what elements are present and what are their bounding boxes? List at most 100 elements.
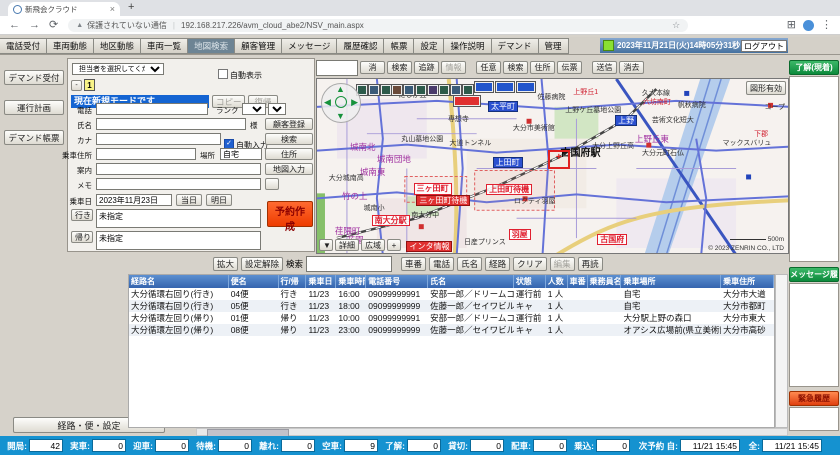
column-header-乗車時間[interactable]: 乗車時間 bbox=[336, 275, 366, 288]
create-reservation-button[interactable]: 予約作成 bbox=[267, 201, 313, 227]
vehicle-marker[interactable] bbox=[428, 85, 438, 95]
rank-sub-select[interactable] bbox=[268, 103, 286, 115]
nav-tab-車両一覧[interactable]: 車両一覧 bbox=[140, 38, 188, 54]
column-header-電話番号[interactable]: 電話番号 bbox=[366, 275, 428, 288]
column-header-乗車場所[interactable]: 乗車場所 bbox=[621, 275, 721, 288]
pan-left-icon[interactable]: ◀ bbox=[324, 98, 331, 107]
counter-minus-button[interactable]: - bbox=[71, 80, 82, 91]
boarding-address-input[interactable] bbox=[96, 148, 196, 160]
table-toolbar-button-クリア[interactable]: クリア bbox=[513, 257, 547, 271]
nav-tab-地図検索[interactable]: 地図検索 bbox=[187, 38, 235, 54]
table-row[interactable]: 大分循環左回り(帰り)08便帰り11/2323:0009099999999佐藤一… bbox=[129, 324, 774, 336]
vehicle-marker[interactable] bbox=[496, 82, 514, 92]
vehicle-marker[interactable] bbox=[381, 85, 391, 95]
map-toolbar-button-消去[interactable]: 消去 bbox=[619, 61, 644, 74]
vehicle-marker[interactable] bbox=[454, 96, 480, 106]
nav-tab-帳票[interactable]: 帳票 bbox=[383, 38, 414, 54]
phone-input[interactable] bbox=[96, 103, 208, 115]
memo-extra-button[interactable] bbox=[265, 178, 279, 190]
profile-avatar[interactable] bbox=[803, 20, 814, 31]
tomorrow-button[interactable]: 明日 bbox=[206, 194, 232, 206]
map-toolbar-button-任意[interactable]: 任意 bbox=[476, 61, 501, 74]
memo-input[interactable] bbox=[96, 178, 261, 190]
forward-icon[interactable]: → bbox=[29, 20, 40, 31]
search-customer-button[interactable]: 検索 bbox=[265, 133, 313, 145]
outbound-button[interactable]: 行き bbox=[71, 209, 93, 221]
column-header-便名[interactable]: 便名 bbox=[229, 275, 279, 288]
map-toolbar-button-検索[interactable]: 検索 bbox=[503, 61, 528, 74]
vehicle-marker[interactable] bbox=[392, 85, 402, 95]
extensions-icon[interactable]: ⊞ bbox=[787, 20, 796, 31]
column-header-人数[interactable]: 人数 bbox=[546, 275, 568, 288]
pan-right-icon[interactable]: ▶ bbox=[351, 98, 358, 107]
vehicle-marker[interactable] bbox=[439, 85, 449, 95]
column-header-行/帰[interactable]: 行/帰 bbox=[279, 275, 307, 288]
tab-close-icon[interactable]: × bbox=[110, 4, 115, 14]
ride-date-input[interactable] bbox=[96, 194, 172, 206]
column-header-車番[interactable]: 車番 bbox=[568, 275, 588, 288]
emergency-history-list[interactable] bbox=[789, 407, 839, 431]
back-icon[interactable]: ← bbox=[9, 20, 20, 31]
nav-tab-管理[interactable]: 管理 bbox=[538, 38, 569, 54]
emergency-history-button[interactable]: 緊急履歴 bbox=[789, 391, 839, 406]
browser-tab[interactable]: 新飛会クラウド × bbox=[8, 2, 120, 16]
auto-display-checkbox[interactable]: 自動表示 bbox=[218, 65, 262, 83]
sidebar-button-運行計画[interactable]: 運行計画 bbox=[4, 100, 64, 115]
shape-enable-button[interactable]: 図形有効 bbox=[746, 81, 786, 95]
place-input[interactable] bbox=[220, 148, 262, 160]
return-button[interactable]: 帰り bbox=[71, 231, 93, 243]
sidebar-button-デマンド受付[interactable]: デマンド受付 bbox=[4, 70, 64, 85]
logout-button[interactable]: ログアウト bbox=[741, 40, 787, 52]
vehicle-marker[interactable] bbox=[517, 82, 535, 92]
guide-input[interactable] bbox=[96, 163, 261, 175]
table-row[interactable]: 大分循環右回り(行き)04便行き11/2316:0009099999991安部一… bbox=[129, 288, 774, 300]
map-toolbar-button-検索[interactable]: 検索 bbox=[387, 61, 412, 74]
vehicle-marker[interactable] bbox=[463, 85, 473, 95]
map-pan-compass[interactable]: ▲ ▼ ◀ ▶ bbox=[321, 83, 361, 123]
kana-input[interactable] bbox=[96, 133, 221, 145]
column-header-氏名[interactable]: 氏名 bbox=[428, 275, 514, 288]
zoom-wide-button[interactable]: 広域 bbox=[361, 239, 385, 251]
menu-kebab-icon[interactable]: ⋮ bbox=[821, 20, 832, 31]
table-toolbar-button-電話[interactable]: 電話 bbox=[429, 257, 454, 271]
nav-tab-顧客管理[interactable]: 顧客管理 bbox=[234, 38, 282, 54]
address-button[interactable]: 住所 bbox=[265, 148, 313, 160]
table-search-input[interactable] bbox=[306, 256, 392, 272]
map-canvas[interactable]: 城南北城南団地城南東大分城南高竹の上荏隈町花園にしが丘丸山墓地公園専想寺大道トン… bbox=[316, 78, 789, 254]
vehicle-marker[interactable] bbox=[369, 85, 379, 95]
pan-up-icon[interactable]: ▲ bbox=[336, 85, 345, 94]
sidebar-button-デマンド帳票[interactable]: デマンド帳票 bbox=[4, 130, 64, 145]
table-vertical-scrollbar[interactable] bbox=[775, 274, 788, 428]
name-input[interactable] bbox=[96, 118, 246, 130]
nav-tab-車両動態[interactable]: 車両動態 bbox=[46, 38, 94, 54]
address-bar[interactable]: ▲ 保護されていない通信 | 192.168.217.226/avm_cloud… bbox=[68, 19, 688, 32]
nav-tab-設定[interactable]: 設定 bbox=[413, 38, 444, 54]
ack-arrival-button[interactable]: 了解(現着) bbox=[789, 60, 839, 75]
table-toolbar-button-再読[interactable]: 再読 bbox=[578, 257, 603, 271]
map-input-button[interactable]: 地図入力 bbox=[265, 163, 313, 175]
table-horizontal-scrollbar[interactable] bbox=[196, 428, 788, 436]
vehicle-marker[interactable] bbox=[475, 82, 493, 92]
column-header-乗車日[interactable]: 乗車日 bbox=[306, 275, 336, 288]
vehicle-marker[interactable] bbox=[416, 85, 426, 95]
message-history-button[interactable]: メッセージ履歴 bbox=[789, 267, 839, 282]
pan-center-icon[interactable] bbox=[335, 96, 347, 108]
map-toolbar-button-伝票[interactable]: 伝票 bbox=[557, 61, 582, 74]
table-row[interactable]: 大分循環左回り(帰り)01便帰り11/2310:0009099999991安部一… bbox=[129, 312, 774, 324]
rank-select[interactable]: ▼ bbox=[242, 103, 266, 115]
nav-tab-操作説明[interactable]: 操作説明 bbox=[443, 38, 491, 54]
table-toolbar-button-拡大[interactable]: 拡大 bbox=[213, 257, 238, 271]
vehicle-marker[interactable] bbox=[404, 85, 414, 95]
table-toolbar-button-経路[interactable]: 経路 bbox=[485, 257, 510, 271]
table-row[interactable]: 大分循環右回り(行き)05便行き11/2318:0009099999999佐藤一… bbox=[129, 300, 774, 312]
column-header-乗車住所[interactable]: 乗車住所 bbox=[721, 275, 774, 288]
new-tab-button[interactable]: + bbox=[128, 1, 134, 13]
table-toolbar-button-氏名[interactable]: 氏名 bbox=[457, 257, 482, 271]
map-toolbar-button-住所[interactable]: 住所 bbox=[530, 61, 555, 74]
table-toolbar-button-車番[interactable]: 車番 bbox=[401, 257, 426, 271]
column-header-乗務員名[interactable]: 乗務員名 bbox=[588, 275, 622, 288]
nav-tab-履歴確認[interactable]: 履歴確認 bbox=[336, 38, 384, 54]
nav-tab-電話受付[interactable]: 電話受付 bbox=[0, 38, 47, 54]
map-toolbar-button-追跡[interactable]: 追跡 bbox=[414, 61, 439, 74]
map-toolbar-button-消[interactable]: 消 bbox=[360, 61, 385, 74]
